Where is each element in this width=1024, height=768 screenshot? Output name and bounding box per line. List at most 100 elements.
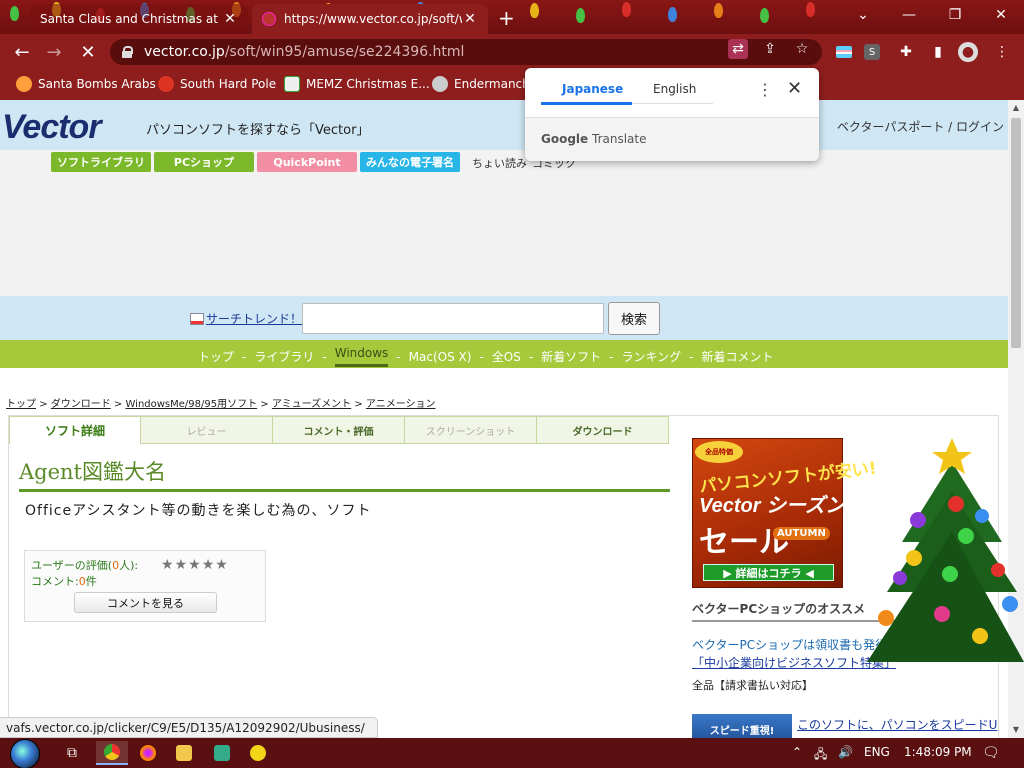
global-nav-item[interactable]: ランキング — [622, 348, 682, 365]
extensions-puzzle-icon[interactable]: ✚ — [896, 42, 916, 62]
shop-text[interactable]: ベクターPCショップは領収書も発行 — [692, 636, 887, 653]
scroll-thumb[interactable] — [1011, 118, 1021, 348]
translate-tab-japanese[interactable]: Japanese — [562, 82, 623, 96]
back-icon[interactable]: ← — [10, 40, 34, 64]
site-header: Vector パソコンソフトを探すなら「Vector」 ベクターパスポート / … — [0, 100, 1008, 150]
tab-comments[interactable]: コメント・評価 — [273, 416, 405, 444]
software-library-button[interactable]: ソフトライブラリ — [51, 152, 151, 172]
tab-review[interactable]: レビュー — [141, 416, 273, 444]
global-nav-items: トップ - ライブラリ - Windows - Mac(OS X) - 全OS - 新着ソフト - ラン… — [198, 346, 774, 367]
translate-icon[interactable]: ⇄ — [728, 39, 748, 59]
volume-icon[interactable]: 🔊 — [838, 745, 853, 759]
bookmark-star-icon[interactable]: ☆ — [792, 39, 812, 59]
translate-tab-english[interactable]: English — [653, 82, 696, 96]
app-taskbar-icon[interactable] — [206, 741, 238, 765]
pc-shop-button[interactable]: PCショップ — [154, 152, 254, 172]
title-divider — [19, 489, 670, 492]
windows-taskbar: ⧉ ⌃ 🖧 🔊 ENG 1:48:09 PM 🗨 — [0, 738, 1024, 768]
clock[interactable]: 1:48:09 PM — [904, 745, 972, 759]
passport-login-link[interactable]: ベクターパスポート / ログイン — [837, 118, 1004, 135]
tab-software-details[interactable]: ソフト詳細 — [9, 416, 141, 444]
season-sale-banner[interactable]: 全品特価 パソコンソフトが安い! Vector シーズン セール AUTUMN … — [692, 438, 878, 588]
tab-strip: Santa Claus and Christmas at the ✕ https… — [0, 0, 1024, 34]
share-icon[interactable]: ⇪ — [760, 39, 780, 59]
tray-chevron-icon[interactable]: ⌃ — [792, 745, 802, 759]
browser-toolbar: ← → ✕ vector.co.jp/soft/win95/amuse/se22… — [0, 34, 1024, 70]
browser-tab-santa[interactable]: Santa Claus and Christmas at the ✕ — [30, 4, 248, 34]
more-options-icon[interactable]: ⋮ — [757, 80, 773, 99]
quickpoint-button[interactable]: QuickPoint — [257, 152, 357, 172]
start-button-icon[interactable] — [10, 739, 40, 768]
top-service-area: ソフトライブラリ PCショップ QuickPoint みんなの電子署名 ちょい読… — [0, 150, 1008, 296]
search-button[interactable]: 検索 — [608, 302, 660, 335]
speed-banner[interactable]: スピード重視! — [692, 714, 792, 738]
google-translate-popup: Japanese English ⋮ ✕ Google Translate — [525, 68, 819, 161]
close-tab-icon[interactable]: ✕ — [462, 11, 478, 27]
bookmark-item[interactable]: Endermanch — [432, 76, 530, 92]
global-nav-item[interactable]: ライブラリ — [254, 348, 314, 365]
comment-count-label: コメント:0件 — [31, 575, 97, 588]
business-soft-link[interactable]: 「中小企業向けビジネスソフト特集」 — [692, 654, 896, 671]
file-explorer-icon[interactable] — [168, 741, 200, 765]
breadcrumb-item[interactable]: ダウンロード — [51, 399, 111, 410]
breadcrumb-item[interactable]: アミューズメント — [272, 399, 351, 410]
network-icon[interactable]: 🖧 — [814, 745, 827, 766]
extension-flag-icon[interactable] — [834, 42, 854, 62]
close-tab-icon[interactable]: ✕ — [222, 11, 238, 27]
firefox-taskbar-icon[interactable] — [132, 741, 164, 765]
new-tab-icon[interactable]: + — [498, 6, 515, 30]
bookmark-item[interactable]: MEMZ Christmas E... — [284, 76, 430, 92]
tab-screenshots[interactable]: スクリーンショット — [405, 416, 537, 444]
extension-s-icon[interactable]: S — [864, 44, 880, 60]
vector-logo[interactable]: Vector — [2, 108, 102, 147]
breadcrumb-item[interactable]: WindowsMe/98/95用ソフト — [126, 399, 258, 410]
chrome-taskbar-icon[interactable] — [96, 741, 128, 765]
search-trend-link[interactable]: サーチトレンド！ — [190, 310, 302, 327]
forward-icon[interactable]: → — [42, 40, 66, 64]
smiley-taskbar-icon[interactable] — [242, 741, 274, 765]
status-url-bubble: vafs.vector.co.jp/clicker/C9/E5/D135/A12… — [0, 717, 378, 738]
ad-badge: 全品特価 — [695, 441, 743, 463]
nav-separator: - — [322, 349, 327, 364]
close-window-icon[interactable]: ✕ — [978, 0, 1024, 30]
global-nav-item[interactable]: 新着コメント — [702, 348, 774, 365]
speed-up-link[interactable]: このソフトに、パソコンをスピードU — [797, 716, 997, 733]
breadcrumb-item[interactable]: トップ — [6, 399, 36, 410]
restore-icon[interactable]: ❐ — [932, 0, 978, 30]
global-nav-item[interactable]: Windows — [334, 346, 389, 367]
tab-download[interactable]: ダウンロード — [537, 416, 669, 444]
breadcrumb-item[interactable]: アニメーション — [366, 399, 436, 410]
global-nav-item[interactable]: 新着ソフト — [541, 348, 601, 365]
nav-separator: - — [609, 349, 614, 364]
minimize-icon[interactable]: — — [886, 0, 932, 30]
menu-kebab-icon[interactable]: ⋮ — [992, 42, 1012, 62]
page-scrollbar[interactable]: ▲ ▼ — [1008, 100, 1024, 738]
e-signature-button[interactable]: みんなの電子署名 — [360, 152, 460, 172]
language-indicator[interactable]: ENG — [864, 745, 890, 759]
search-input[interactable] — [302, 303, 604, 334]
browser-tab-vector[interactable]: https://www.vector.co.jp/soft/win ✕ — [252, 4, 488, 34]
bookmark-favicon-icon — [284, 76, 300, 92]
ad-brand: Vector シーズン — [699, 495, 846, 517]
view-comments-button[interactable]: コメントを見る — [74, 592, 217, 613]
star-icon: ★ — [215, 557, 228, 573]
global-nav-item[interactable]: 全OS — [492, 348, 521, 365]
global-nav-item[interactable]: Mac(OS X) — [409, 350, 472, 364]
side-panel-icon[interactable]: ▮ — [928, 42, 948, 62]
task-view-icon[interactable]: ⧉ — [56, 741, 88, 765]
close-icon[interactable]: ✕ — [787, 78, 802, 99]
scroll-down-icon[interactable]: ▼ — [1008, 722, 1024, 738]
ad-season: AUTUMN — [773, 527, 830, 540]
tab-search-chevron-icon[interactable]: ⌄ — [840, 0, 886, 30]
bookmark-item[interactable]: South Hard Pole — [158, 76, 276, 92]
stop-icon[interactable]: ✕ — [76, 40, 100, 64]
scroll-up-icon[interactable]: ▲ — [1008, 100, 1024, 116]
address-bar[interactable]: vector.co.jp/soft/win95/amuse/se224396.h… — [110, 39, 822, 65]
ad-details-button[interactable]: ▶ 詳細はコチラ ◀ — [703, 564, 834, 581]
preview-link[interactable]: ちょい読み — [472, 155, 527, 171]
profile-avatar-icon[interactable]: ● — [958, 42, 978, 62]
global-nav-item[interactable]: トップ — [198, 348, 234, 365]
bookmarks-bar: Santa Bombs Arabs South Hard Pole MEMZ C… — [0, 70, 1024, 100]
bookmark-item[interactable]: Santa Bombs Arabs — [16, 76, 156, 92]
notification-icon[interactable]: 🗨 — [982, 745, 1000, 761]
